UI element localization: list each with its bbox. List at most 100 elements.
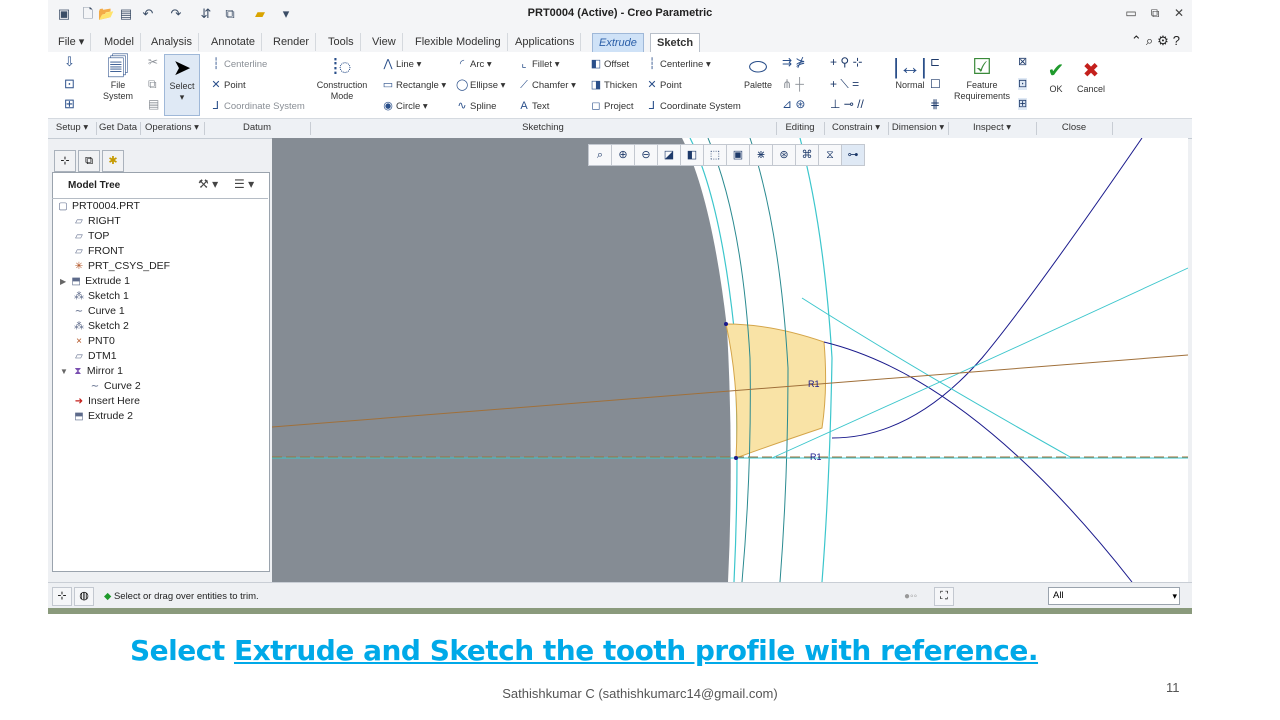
normal-dimension-button[interactable]: |↔| Normal — [892, 54, 928, 91]
spline-tool[interactable]: ∿ Spline — [456, 100, 496, 113]
overlapping-geometry-icon[interactable]: ⊠ — [1018, 56, 1027, 68]
dimension-label-r1-lower[interactable]: R1 — [810, 452, 822, 462]
vertex-bottom[interactable] — [734, 456, 738, 460]
tree-item-top[interactable]: ▱ TOP — [72, 229, 109, 244]
perpendicular-constraint-icon[interactable]: ⊥ ⊸ // — [830, 98, 864, 110]
vertex-top[interactable] — [724, 322, 728, 326]
vertical-constraint-icon[interactable]: + ⚲ ⊹ — [830, 56, 863, 68]
rectangle-tool[interactable]: ▭ Rectangle ▾ — [382, 79, 446, 92]
reference-dim-icon[interactable]: ☐ — [930, 78, 941, 90]
group-inspect[interactable]: Inspect ▾ — [948, 122, 1037, 135]
sketch-view-toolbar-icon[interactable]: ⧖ — [818, 144, 842, 166]
tree-item-curve-2[interactable]: ∼ Curve 2 — [88, 379, 141, 394]
search-icon[interactable]: ⌕ — [1146, 33, 1157, 48]
divide-icon[interactable]: ⊿ ⊛ — [782, 98, 805, 110]
fillet-tool[interactable]: ⌞ Fillet ▾ — [518, 58, 559, 71]
ellipse-tool[interactable]: ◯ Ellipse ▾ — [456, 79, 505, 92]
refit-icon[interactable]: ⌕ — [588, 144, 612, 166]
thicken-tool[interactable]: ◨ Thicken — [590, 79, 637, 92]
ok-button[interactable]: ✔ OK — [1042, 58, 1070, 95]
tab-model[interactable]: Model — [98, 33, 141, 51]
tree-item-extrude-2[interactable]: ⬒ Extrude 2 — [72, 409, 133, 424]
tab-extrude[interactable]: Extrude — [592, 33, 644, 52]
minimize-icon[interactable]: ▭ — [1122, 6, 1140, 22]
file-system-button[interactable]: 🗐 File System — [100, 54, 136, 102]
baseline-icon[interactable]: ⋕ — [930, 98, 940, 110]
tab-sketch[interactable]: Sketch — [650, 33, 701, 53]
tab-applications[interactable]: Applications — [509, 33, 582, 51]
annotation-display-icon[interactable]: ⌘ — [795, 144, 819, 166]
settings-icon[interactable]: ⚙ — [1157, 33, 1173, 48]
offset-tool[interactable]: ◧ Offset — [590, 58, 629, 71]
saved-orientations-icon[interactable]: ⬚ — [703, 144, 727, 166]
collapse-icon[interactable]: ▼ — [60, 367, 68, 376]
tree-item-curve-1[interactable]: ∼ Curve 1 — [72, 304, 125, 319]
repaint-icon[interactable]: ◪ — [657, 144, 681, 166]
close-icon[interactable]: ✕ — [1170, 6, 1188, 22]
tree-item-dtm1[interactable]: ▱ DTM1 — [72, 349, 116, 364]
expand-icon[interactable]: ▶ — [60, 277, 66, 286]
sketch-view-icon[interactable]: ⊡ — [64, 77, 75, 90]
show-browser-icon[interactable]: ◍ — [74, 587, 94, 606]
model-tree-tab[interactable]: ⊹ — [54, 150, 76, 172]
datum-point[interactable]: ✕ Point — [210, 79, 245, 92]
tab-file[interactable]: File ▾ — [52, 33, 92, 51]
favorites-tab[interactable]: ✱ — [102, 150, 124, 172]
help-icon[interactable]: ? — [1173, 33, 1184, 48]
collapse-ribbon-icon[interactable]: ⌃ — [1131, 33, 1146, 48]
text-tool[interactable]: A Text — [518, 100, 549, 113]
zoom-in-icon[interactable]: ⊕ — [611, 144, 635, 166]
zoom-out-icon[interactable]: ⊖ — [634, 144, 658, 166]
caption-link[interactable]: Extrude and Sketch the tooth profile wit… — [234, 634, 1039, 667]
tree-item-insert-here[interactable]: ➜ Insert Here — [72, 394, 140, 409]
tree-item-part[interactable]: ▢ PRT0004.PRT — [56, 199, 140, 214]
tree-item-right[interactable]: ▱ RIGHT — [72, 214, 121, 229]
tree-item-extrude-1[interactable]: ▶ ⬒ Extrude 1 — [60, 274, 130, 289]
sketch-setup-icon[interactable]: ⇩ — [64, 55, 75, 68]
tree-columns-icon[interactable]: ☰ ▾ — [234, 177, 254, 191]
group-dimension[interactable]: Dimension ▾ — [888, 122, 949, 135]
tree-item-sketch-1[interactable]: ⁂ Sketch 1 — [72, 289, 129, 304]
datum-coordinate-system[interactable]: ⅃ Coordinate System — [210, 100, 305, 113]
spin-center-icon[interactable]: ⊛ — [772, 144, 796, 166]
tab-annotate[interactable]: Annotate — [205, 33, 263, 51]
sketch-point-tool[interactable]: ✕ Point — [646, 79, 681, 92]
sketcher-display-icon[interactable]: ⊶ — [841, 144, 865, 166]
find-icon[interactable]: ⛶ — [934, 587, 954, 606]
chamfer-tool[interactable]: ⟋ Chamfer ▾ — [518, 79, 576, 92]
tree-item-front[interactable]: ▱ FRONT — [72, 244, 124, 259]
circle-tool[interactable]: ◉ Circle ▾ — [382, 100, 428, 113]
tab-flexible-modeling[interactable]: Flexible Modeling — [409, 33, 508, 51]
cancel-button[interactable]: ✖ Cancel — [1074, 58, 1108, 95]
project-tool[interactable]: ◻ Project — [590, 100, 633, 113]
copy-icon[interactable]: ⧉ — [148, 78, 157, 90]
sketch-coordinate-system-tool[interactable]: ⅃ Coordinate System — [646, 100, 741, 113]
construction-mode-button[interactable]: ⁞◌ Construction Mode — [314, 54, 370, 102]
sketch-centerline-tool[interactable]: ┆ Centerline ▾ — [646, 58, 711, 71]
select-button[interactable]: ➤ Select ▾ — [164, 54, 200, 116]
reference-icon[interactable]: ⊞ — [64, 97, 75, 110]
tree-item-sketch-2[interactable]: ⁂ Sketch 2 — [72, 319, 129, 334]
tab-analysis[interactable]: Analysis — [145, 33, 199, 51]
tree-item-pnt0[interactable]: × PNT0 — [72, 334, 115, 349]
layer-tree-tab[interactable]: ⧉ — [78, 150, 100, 172]
feature-requirements-button[interactable]: ☑ Feature Requirements — [950, 54, 1014, 102]
perimeter-icon[interactable]: ⊏ — [930, 56, 940, 68]
filter-dropdown-icon[interactable]: ▾ — [1172, 588, 1177, 604]
cut-icon[interactable]: ✂ — [148, 56, 158, 68]
graphics-area[interactable]: R1 R1 ⌕ ⊕ ⊖ ◪ ◧ ⬚ ▣ ⋇ ⊛ ⌘ ⧖ ⊶ — [272, 138, 1188, 582]
tangent-constraint-icon[interactable]: + ⟍ = — [830, 78, 859, 90]
arc-tool[interactable]: ◜ Arc ▾ — [456, 58, 492, 71]
dimension-label-r1-upper[interactable]: R1 — [808, 379, 820, 389]
group-constrain[interactable]: Constrain ▾ — [824, 122, 889, 135]
selection-filter[interactable]: All ▾ — [1048, 587, 1180, 605]
tab-view[interactable]: View — [366, 33, 403, 51]
group-setup[interactable]: Setup ▾ — [48, 122, 97, 135]
modify-icon[interactable]: ⇉ ⋡ — [782, 56, 805, 68]
datum-centerline[interactable]: ┆ Centerline — [210, 58, 268, 71]
mirror-icon[interactable]: ⋔ ┼ — [782, 78, 804, 90]
tooth-profile-sketch[interactable] — [725, 323, 827, 459]
group-operations[interactable]: Operations ▾ — [140, 122, 205, 135]
palette-button[interactable]: ⬭ Palette — [740, 54, 776, 91]
tree-settings-icon[interactable]: ⚒ ▾ — [198, 177, 218, 191]
